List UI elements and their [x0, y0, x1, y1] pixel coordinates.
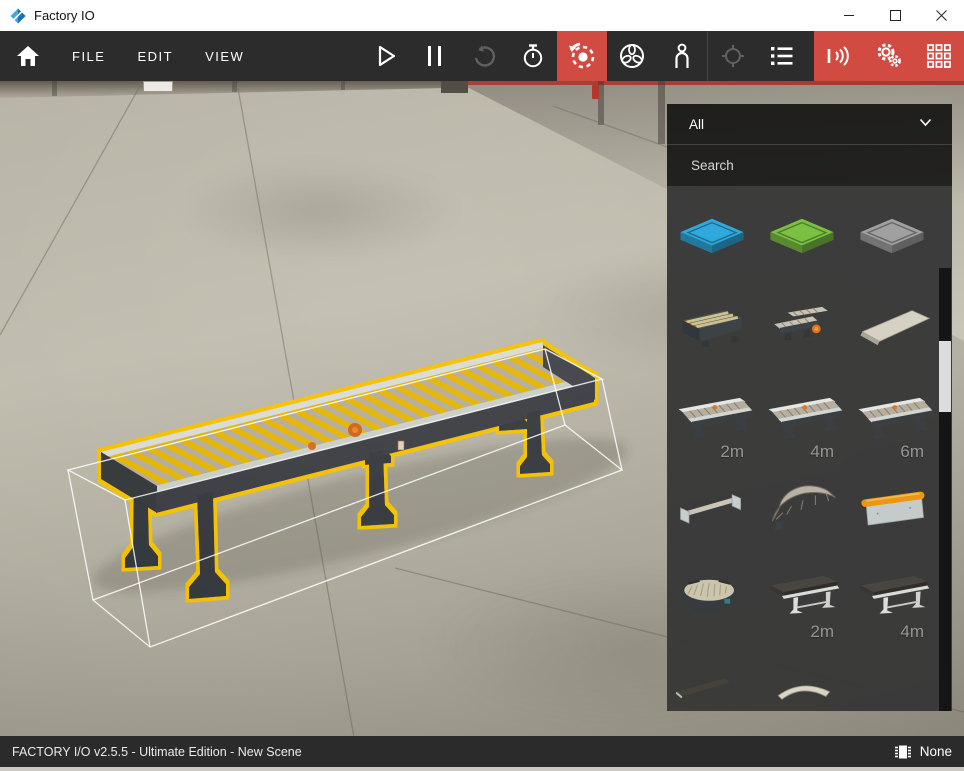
- close-button[interactable]: [918, 0, 964, 31]
- io-points-button[interactable]: [814, 31, 864, 81]
- palette-item-label: 2m: [720, 442, 744, 462]
- viewport-3d[interactable]: All: [0, 81, 964, 736]
- palette-item-roller[interactable]: [667, 468, 757, 558]
- window-title: Factory IO: [34, 8, 95, 23]
- person-icon: [669, 42, 695, 70]
- category-value: All: [689, 117, 704, 132]
- palette-item-empty: [847, 648, 937, 711]
- target-icon: [719, 42, 747, 70]
- minimize-button[interactable]: [826, 0, 872, 31]
- palette-item-stop-blade[interactable]: [847, 468, 937, 558]
- driver-chip-icon: [893, 742, 913, 762]
- palette-item-pallet-blue[interactable]: [667, 198, 757, 288]
- palette-scrollbar-thumb[interactable]: [939, 341, 951, 412]
- palette-item-roller-conveyor-4m[interactable]: 4m: [757, 378, 847, 468]
- palette-item-turntable[interactable]: [667, 558, 757, 648]
- palette-item-curved-roller-conveyor[interactable]: [757, 468, 847, 558]
- palette-item-roller-conveyor-6m[interactable]: 6m: [847, 378, 937, 468]
- palette-item-transfer-rollers[interactable]: [757, 288, 847, 378]
- app-version-info: FACTORY I/O v2.5.5 - Ultimate Edition - …: [12, 745, 302, 759]
- maximize-button[interactable]: [872, 0, 918, 31]
- palette-item-ramp[interactable]: [667, 648, 757, 711]
- palette-item-label: 2m: [810, 622, 834, 642]
- app-logo-icon: [10, 8, 26, 24]
- palette-item-pallet-gray[interactable]: [847, 198, 937, 288]
- search-row: [667, 144, 952, 186]
- driver-indicator[interactable]: None: [893, 742, 952, 762]
- time-scale-button[interactable]: [508, 31, 557, 81]
- palette-item-label: 4m: [810, 442, 834, 462]
- home-icon: [16, 45, 40, 67]
- palette-item-label: 4m: [900, 622, 924, 642]
- palette-scrollbar-track[interactable]: [939, 268, 951, 711]
- grid-icon: [925, 42, 953, 70]
- search-input[interactable]: [689, 157, 893, 174]
- open-parts-palette-button[interactable]: [914, 31, 964, 81]
- play-button[interactable]: [361, 31, 410, 81]
- driver-name: None: [920, 744, 952, 759]
- palette-item-belt-conveyor-2m[interactable]: 2m: [757, 558, 847, 648]
- parts-grid-body: 2m 4m 6m: [667, 186, 952, 711]
- camera-target-button[interactable]: [708, 31, 757, 81]
- fly-camera-button[interactable]: [607, 31, 657, 81]
- palette-item-label: 6m: [900, 442, 924, 462]
- status-bar: FACTORY I/O v2.5.5 - Ultimate Edition - …: [0, 736, 964, 767]
- palette-item-curved-belt-conveyor[interactable]: [757, 648, 847, 711]
- drivers-button[interactable]: [864, 31, 914, 81]
- pause-icon: [424, 44, 446, 68]
- reset-button[interactable]: [459, 31, 508, 81]
- reset-icon: [471, 43, 497, 69]
- window-bottom-border: [0, 767, 964, 771]
- factory-io-window: Factory IO FILE EDIT VIEW: [0, 0, 964, 771]
- palette-item-roller-conveyor-2m[interactable]: 2m: [667, 378, 757, 468]
- bullet-list-icon: [768, 43, 796, 69]
- home-button[interactable]: [0, 31, 56, 81]
- fly-camera-icon: [618, 42, 646, 70]
- item-list-button[interactable]: [757, 31, 807, 81]
- toolbar: FILE EDIT VIEW: [0, 31, 964, 81]
- play-icon: [373, 43, 399, 69]
- stopwatch-icon: [520, 42, 546, 70]
- orbit-camera-icon: [567, 41, 597, 71]
- orbit-camera-button[interactable]: [557, 31, 607, 81]
- menu-edit[interactable]: EDIT: [121, 31, 189, 81]
- pause-button[interactable]: [410, 31, 459, 81]
- chevron-down-icon: [919, 118, 932, 127]
- sensor-waves-icon: [824, 42, 854, 70]
- parts-panel: All: [667, 104, 952, 711]
- palette-item-belt-conveyor-4m[interactable]: 4m: [847, 558, 937, 648]
- category-dropdown[interactable]: All: [667, 104, 952, 144]
- palette-item-chain-transfer[interactable]: [667, 288, 757, 378]
- first-person-camera-button[interactable]: [657, 31, 707, 81]
- palette-item-pallet-green[interactable]: [757, 198, 847, 288]
- gears-icon: [874, 41, 904, 71]
- menu-view[interactable]: VIEW: [189, 31, 260, 81]
- menu-file[interactable]: FILE: [56, 31, 121, 81]
- palette-item-chute[interactable]: [847, 288, 937, 378]
- titlebar: Factory IO: [0, 0, 964, 31]
